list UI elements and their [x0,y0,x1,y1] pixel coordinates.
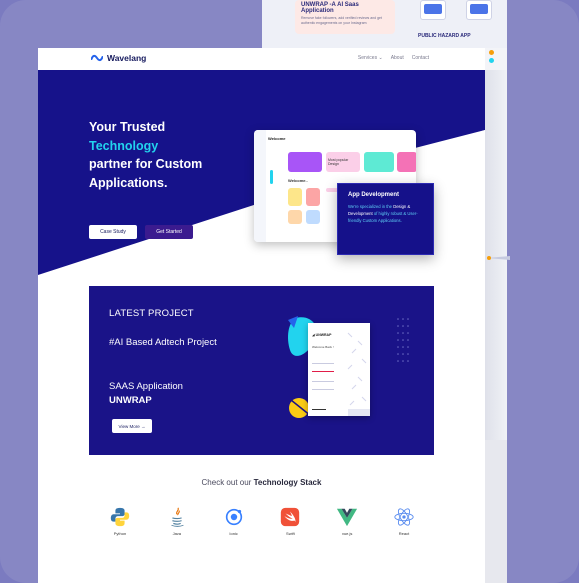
brand-name: Wavelang [107,53,147,63]
swift-icon [281,507,300,527]
tech-item-java: Java [157,506,197,536]
brand-logo[interactable]: Wavelang [91,53,146,63]
decor-dot [489,50,494,55]
background-phone [420,0,446,20]
showcase-frame: UNWRAP -A AI Saas Application Remove fak… [0,0,579,583]
decor-arrow [486,256,510,260]
screen-brand: ◢ UNWRAP [312,333,332,337]
tech-label: Java [172,531,182,536]
view-more-button[interactable]: View More → [112,419,152,433]
decor-dot [489,58,494,63]
tech-label: Python [113,531,127,536]
nav-contact[interactable]: Contact [412,55,429,61]
nav-about[interactable]: About [391,55,404,61]
hero-title: Your Trusted Technology partner for Cust… [89,120,203,190]
tech-item-swift: Swift [270,506,310,536]
tech-item-python: Python [100,506,140,536]
background-card-title: UNWRAP -A AI Saas Application [301,2,359,14]
top-navbar: Wavelang Services ⌄ About Contact [38,48,485,70]
react-icon [394,508,414,526]
project-saas-title: SAAS Application UNWRAP [109,381,183,406]
app-card-title: App Development [348,192,400,198]
decor-dots [397,318,409,362]
wave-logo-icon [91,54,103,62]
tech-item-vue: vue.js [327,506,367,536]
latest-project-section: LATEST PROJECT #AI Based Adtech Project … [89,286,434,455]
project-screen-mockup: ◢ UNWRAP Welcome Back ! [308,323,370,416]
page-edge-lower [485,440,507,583]
tech-stack-title: Check out our Technology Stack [201,478,322,487]
background-card-desc: Remove fake followers, add verified revi… [301,16,382,25]
python-icon [110,507,130,527]
nav-links: Services ⌄ About Contact [358,55,429,61]
screen-welcome: Welcome Back ! [312,345,334,349]
tech-label: Ionic [229,531,238,536]
app-card-desc: We're specialized in the Design & Develo… [348,204,418,223]
tech-item-ionic: Ionic [214,506,254,536]
main-page: Wavelang Services ⌄ About Contact Your T… [38,48,485,583]
nav-services[interactable]: Services ⌄ [358,55,383,61]
get-started-button[interactable]: Get Started [145,225,193,239]
background-app-label: PUBLIC HAZARD APP [418,33,471,39]
tech-label: React [398,531,410,536]
project-ai-title: #AI Based Adtech Project [109,337,217,348]
latest-project-label: LATEST PROJECT [109,308,194,319]
background-phone [466,0,492,20]
ionic-icon [225,508,242,526]
java-icon [171,507,184,527]
case-study-button[interactable]: Case Study [89,225,137,239]
vue-icon [337,508,358,527]
tech-item-react: React [384,506,424,536]
tech-stack-list: Python Java Ionic Swift vue.js React [100,506,424,536]
background-project-card: UNWRAP -A AI Saas Application Remove fak… [295,0,395,34]
app-development-card: App Development We're specialized in the… [337,183,434,255]
tech-label: Swift [286,531,295,536]
tech-label: vue.js [341,531,353,536]
